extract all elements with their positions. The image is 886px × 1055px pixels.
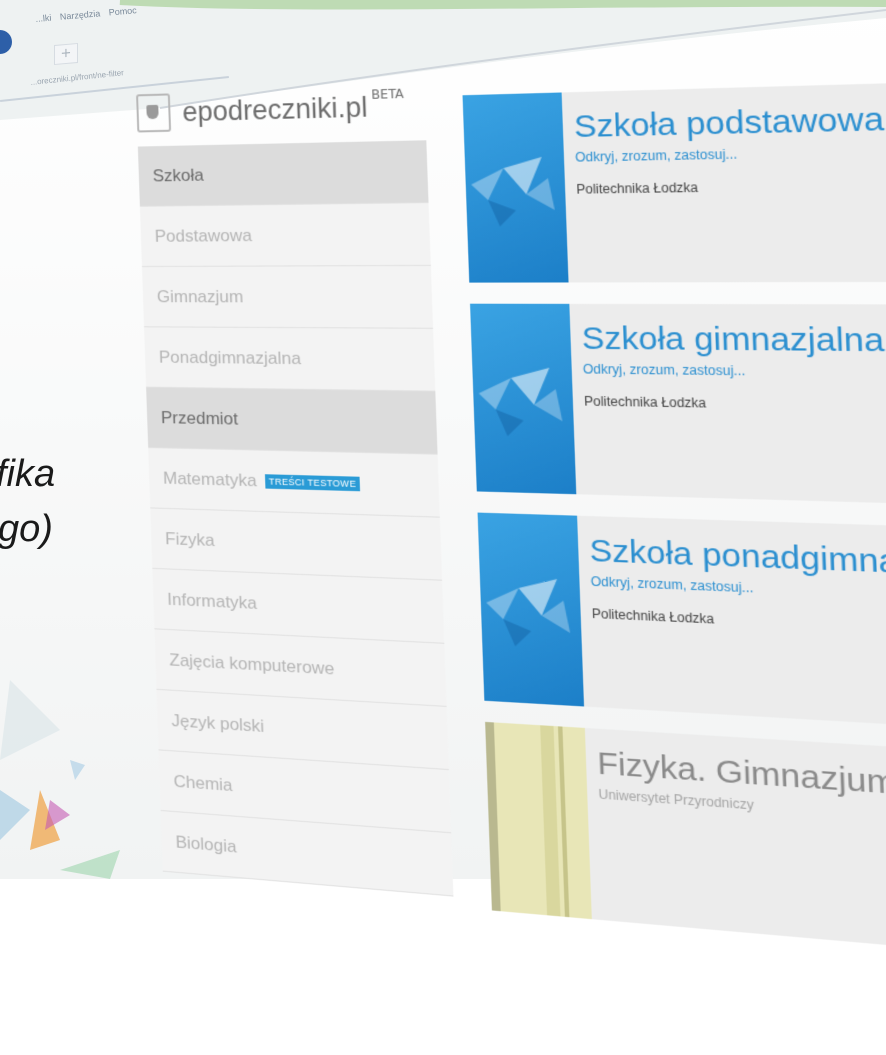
filter-sidebar: Szkoła Podstawowa Gimnazjum Ponadgimnazj… — [138, 140, 454, 896]
cover-pattern-icon — [478, 513, 584, 707]
app-name: epodreczniki.pl — [182, 91, 368, 128]
book-title[interactable]: Szkoła podstawowa - Matema — [573, 97, 886, 146]
book-card[interactable]: Szkoła ponadgimnazjalna - Ma Odkryj, zro… — [478, 513, 886, 737]
sidebar-item-label: Przedmiot — [161, 407, 239, 429]
beta-badge: BETA — [371, 86, 404, 101]
cover-pattern-icon — [470, 304, 576, 495]
book-subtitle: Odkryj, zrozum, zastosuj... — [583, 362, 746, 379]
sidebar-header-szkola: Szkoła — [138, 140, 429, 207]
sidebar-item-label: Fizyka — [165, 529, 215, 551]
sidebar-item-label: Biologia — [175, 832, 237, 857]
menu-item[interactable]: ...lki — [35, 13, 52, 24]
sidebar-item-label: Zajęcia komputerowe — [169, 650, 335, 679]
sidebar-item-gimnazjum[interactable]: Gimnazjum — [142, 266, 433, 329]
book-author: Politechnika Łodzka — [592, 606, 715, 627]
cover-pattern-icon — [463, 92, 569, 282]
browser-app-icon[interactable] — [0, 30, 12, 54]
book-card[interactable]: Szkoła podstawowa - Matema Odkryj, zrozu… — [463, 78, 886, 283]
sidebar-item-label: Podstawowa — [154, 225, 252, 246]
sidebar-header-przedmiot: Przedmiot — [146, 388, 437, 455]
book-list: Szkoła podstawowa - Matema Odkryj, zrozu… — [463, 78, 886, 988]
sidebar-item-label: Informatyka — [167, 589, 257, 613]
sidebar-item-label: Gimnazjum — [157, 287, 244, 307]
browser-menu: ...lki Narzędzia Pomoc — [35, 5, 143, 24]
sidebar-item-ponadgimnazjalna[interactable]: Ponadgimnazjalna — [144, 327, 435, 391]
sidebar-item-label: Ponadgimnazjalna — [159, 347, 302, 369]
sidebar-item-matematyka[interactable]: Matematyka TREŚCI TESTOWE — [148, 448, 440, 518]
sidebar-item-label: Matematyka — [163, 468, 257, 491]
menu-item-pomoc[interactable]: Pomoc — [108, 5, 137, 17]
sidebar-item-label: Szkoła — [152, 165, 204, 186]
book-card[interactable]: Szkoła gimnazjalna - Matemat Odkryj, zro… — [470, 304, 886, 509]
sidebar-item-podstawowa[interactable]: Podstawowa — [140, 203, 431, 267]
book-author: Politechnika Łodzka — [584, 394, 707, 411]
slide-text-line-1: fika — [0, 453, 55, 496]
book-cover — [463, 92, 569, 282]
test-content-badge: TREŚCI TESTOWE — [265, 474, 361, 491]
book-shield-icon — [136, 93, 171, 132]
book-title[interactable]: Szkoła gimnazjalna - Matemat — [581, 321, 886, 362]
sidebar-item-label: Język polski — [171, 710, 264, 736]
new-tab-button[interactable]: + — [54, 43, 78, 65]
book-cover — [478, 513, 584, 707]
menu-item-narzedzia[interactable]: Narzędzia — [59, 8, 100, 21]
slide-text-line-2: go) — [0, 508, 53, 551]
sidebar-item-label: Chemia — [173, 771, 233, 796]
book-cover — [485, 722, 592, 919]
book-subtitle: Odkryj, zrozum, zastosuj... — [590, 574, 753, 596]
book-card[interactable]: Fizyka. Gimnazjum Uniwersytet Przyrodnic… — [485, 722, 886, 965]
book-subtitle: Odkryj, zrozum, zastosuj... — [575, 147, 738, 165]
app-screen: epodreczniki.pl BETA Szkoła Podstawowa G… — [115, 21, 886, 1055]
app-brand[interactable]: epodreczniki.pl BETA — [136, 86, 405, 132]
address-bar-url[interactable]: ...oreczniki.pl/front/ne-filter — [30, 68, 124, 87]
book-author: Politechnika Łodzka — [576, 180, 698, 197]
book-cover — [470, 304, 576, 495]
